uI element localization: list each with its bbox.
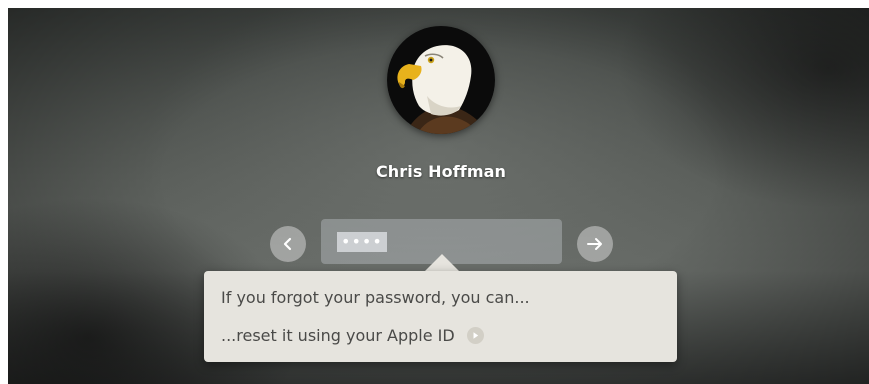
play-arrow-icon — [473, 332, 478, 339]
hint-tooltip-pointer — [424, 254, 460, 272]
submit-button[interactable] — [577, 226, 613, 262]
reset-link-label: ...reset it using your Apple ID — [221, 326, 455, 345]
user-avatar[interactable] — [387, 26, 495, 134]
arrow-right-circle-icon[interactable] — [466, 327, 484, 344]
login-screen: Chris Hoffman •••• If you forgot your pa… — [8, 8, 869, 384]
forgot-password-text: If you forgot your password, you can... — [221, 288, 530, 307]
back-button[interactable] — [270, 226, 306, 262]
arrow-right-icon — [587, 238, 602, 250]
reset-with-apple-id-link[interactable]: ...reset it using your Apple ID — [221, 326, 484, 345]
user-name: Chris Hoffman — [375, 162, 507, 181]
eagle-avatar-image — [387, 26, 495, 134]
password-masked-text: •••• — [337, 231, 387, 252]
password-hint-tooltip: If you forgot your password, you can... … — [204, 271, 677, 362]
chevron-left-icon — [283, 237, 292, 251]
